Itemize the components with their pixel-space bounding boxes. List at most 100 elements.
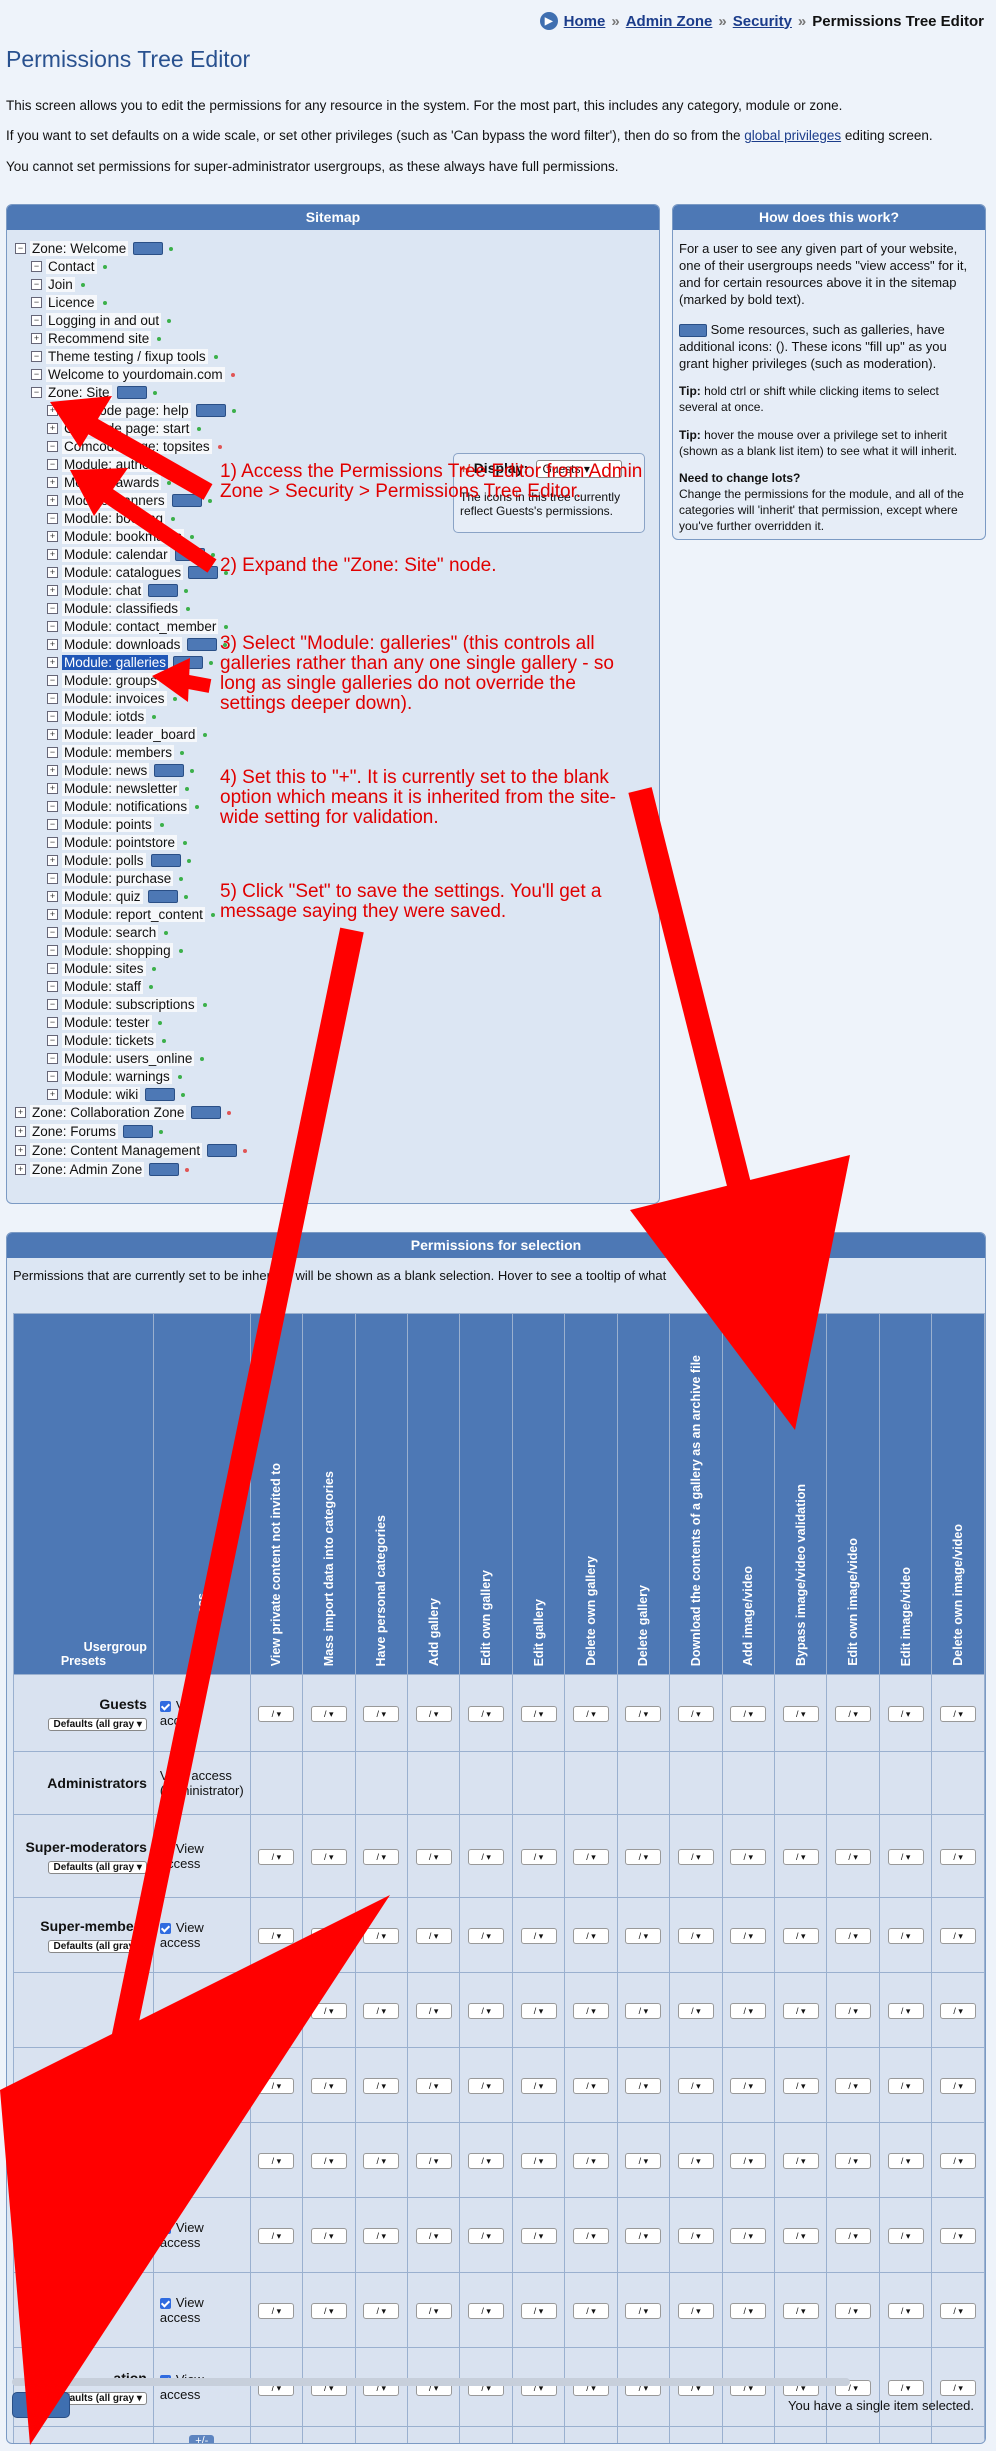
privilege-select[interactable]: / ▾	[887, 1848, 924, 1865]
tree-node-label[interactable]: Module: tickets	[62, 1033, 157, 1048]
tree-node[interactable]: + Module: downloads	[47, 636, 228, 653]
privilege-select[interactable]: / ▾	[310, 2077, 347, 2094]
toggle-all-button[interactable]: +/-	[189, 2434, 215, 2443]
privilege-select[interactable]: / ▾	[573, 1705, 609, 1722]
tree-node-label[interactable]: Module: classifieds	[62, 601, 181, 616]
privilege-select[interactable]: / ▾	[835, 1705, 872, 1722]
tree-node-label[interactable]: Module: report_content	[62, 907, 205, 922]
tree-node-label[interactable]: Module: polls	[62, 853, 146, 868]
tree-node-label[interactable]: Module: downloads	[62, 637, 183, 652]
expand-icon[interactable]: +	[15, 1126, 26, 1137]
tree-node[interactable]: + Module: newsletter	[47, 780, 190, 797]
view-access-cell[interactable]: View access (administrator)	[152, 1751, 251, 1815]
collapse-icon[interactable]: −	[47, 1071, 58, 1082]
expand-icon[interactable]: +	[47, 1089, 58, 1100]
privilege-select[interactable]: / ▾	[310, 2302, 347, 2319]
expand-icon[interactable]: +	[47, 423, 58, 434]
collapse-icon[interactable]: −	[47, 603, 58, 614]
expand-icon[interactable]: +	[47, 567, 58, 578]
collapse-icon[interactable]: −	[31, 261, 42, 272]
privilege-select[interactable]: / ▾	[940, 1848, 977, 1865]
privilege-select[interactable]: / ▾	[363, 2077, 400, 2094]
privilege-select[interactable]: / ▾	[625, 2302, 662, 2319]
collapse-icon[interactable]: −	[47, 693, 58, 704]
tree-node-label[interactable]: Module: awards	[62, 475, 162, 490]
expand-icon[interactable]: +	[47, 729, 58, 740]
expand-icon[interactable]: +	[15, 1164, 26, 1175]
tree-node[interactable]: + Module: awards	[47, 474, 172, 491]
tree-node[interactable]: + Module: bookmarks	[47, 528, 194, 545]
privilege-select[interactable]: / ▾	[625, 1705, 662, 1722]
privilege-select[interactable]: / ▾	[730, 2302, 767, 2319]
expand-icon[interactable]: +	[47, 639, 58, 650]
privilege-select[interactable]: / ▾	[940, 1927, 977, 1944]
tree-node[interactable]: + Module: banners	[47, 492, 212, 509]
privilege-select[interactable]: / ▾	[782, 2002, 819, 2019]
tree-node-label[interactable]: Join	[46, 277, 75, 292]
collapse-icon[interactable]: −	[47, 999, 58, 1010]
expand-icon[interactable]: +	[31, 333, 42, 344]
tree-node[interactable]: − Module: staff	[47, 978, 154, 995]
privilege-select[interactable]: / ▾	[887, 2302, 924, 2319]
tree-node-label[interactable]: Theme testing / fixup tools	[46, 349, 208, 364]
privilege-select[interactable]: / ▾	[677, 1848, 714, 1865]
privilege-select[interactable]: / ▾	[310, 2227, 347, 2244]
tree-node-label[interactable]: Zone: Content Management	[30, 1143, 203, 1158]
tree-node-label[interactable]: Zone: Site	[46, 385, 112, 400]
collapse-icon[interactable]: −	[47, 1017, 58, 1028]
privilege-select[interactable]: / ▾	[835, 2077, 872, 2094]
privilege-select[interactable]: / ▾	[258, 1927, 295, 1944]
tree-node-label[interactable]: Zone: Welcome	[30, 241, 129, 256]
tree-node-label[interactable]: Module: contact_member	[62, 619, 219, 634]
tree-node-label[interactable]: Zone: Forums	[30, 1124, 119, 1139]
tree-node[interactable]: − Theme testing / fixup tools	[31, 348, 218, 365]
privilege-select[interactable]: / ▾	[730, 1705, 767, 1722]
tree-node[interactable]: − Module: booking	[47, 510, 176, 527]
expand-icon[interactable]: +	[47, 405, 58, 416]
privilege-select[interactable]: / ▾	[258, 2302, 295, 2319]
collapse-icon[interactable]: −	[47, 441, 58, 452]
preset-select[interactable]: Defaults (all gray ▾	[48, 1860, 147, 1874]
privilege-select[interactable]: / ▾	[835, 2302, 872, 2319]
privilege-select[interactable]: / ▾	[677, 2002, 714, 2019]
expand-icon[interactable]: +	[47, 531, 58, 542]
privilege-select[interactable]: / ▾	[835, 1848, 872, 1865]
privilege-select[interactable]: / ▾	[625, 2002, 662, 2019]
tree-node-label[interactable]: Module: catalogues	[62, 565, 184, 580]
privilege-select[interactable]: / ▾	[887, 1927, 924, 1944]
collapse-icon[interactable]: −	[47, 963, 58, 974]
privilege-select[interactable]: / ▾	[363, 2302, 400, 2319]
privilege-select[interactable]: / ▾	[782, 2077, 819, 2094]
tree-node[interactable]: + Comcode page: help	[47, 402, 236, 419]
privilege-select[interactable]: / ▾	[258, 1705, 295, 1722]
tree-node[interactable]: + Module: polls	[47, 852, 191, 869]
tree-node-label[interactable]: Module: quiz	[62, 889, 143, 904]
privilege-select[interactable]: / ▾	[782, 2302, 819, 2319]
privilege-select[interactable]: / ▾	[940, 2152, 977, 2169]
collapse-icon[interactable]: −	[47, 837, 58, 848]
privilege-select[interactable]: / ▾	[310, 1705, 347, 1722]
view-access-cell[interactable]: View access	[152, 1674, 251, 1752]
collapse-icon[interactable]: −	[47, 945, 58, 956]
tree-node-label[interactable]: Module: chat	[62, 583, 144, 598]
privilege-select[interactable]: / ▾	[625, 2152, 662, 2169]
view-access-cell[interactable]	[152, 1972, 251, 2048]
privilege-select[interactable]: / ▾	[415, 2302, 452, 2319]
tree-node[interactable]: − Module: points	[47, 816, 164, 833]
tree-node[interactable]: − Zone: Welcome	[15, 240, 174, 257]
privilege-select[interactable]: / ▾	[520, 2002, 557, 2019]
tree-node-label[interactable]: Module: booking	[62, 511, 166, 526]
tree-node-label[interactable]: Zone: Collaboration Zone	[30, 1105, 187, 1120]
collapse-icon[interactable]: −	[31, 387, 42, 398]
collapse-icon[interactable]: −	[47, 513, 58, 524]
expand-icon[interactable]: +	[47, 909, 58, 920]
privilege-select[interactable]: / ▾	[677, 2152, 714, 2169]
privilege-select[interactable]: / ▾	[520, 2227, 557, 2244]
privilege-select[interactable]: / ▾	[310, 1927, 347, 1944]
tree-node[interactable]: − Module: tester	[47, 1014, 162, 1031]
privilege-select[interactable]: / ▾	[782, 1848, 819, 1865]
collapse-icon[interactable]: −	[47, 801, 58, 812]
expand-icon[interactable]: +	[47, 585, 58, 596]
view-access-checkbox[interactable]	[159, 2298, 171, 2310]
view-access-cell[interactable]: View access	[152, 1897, 251, 1973]
